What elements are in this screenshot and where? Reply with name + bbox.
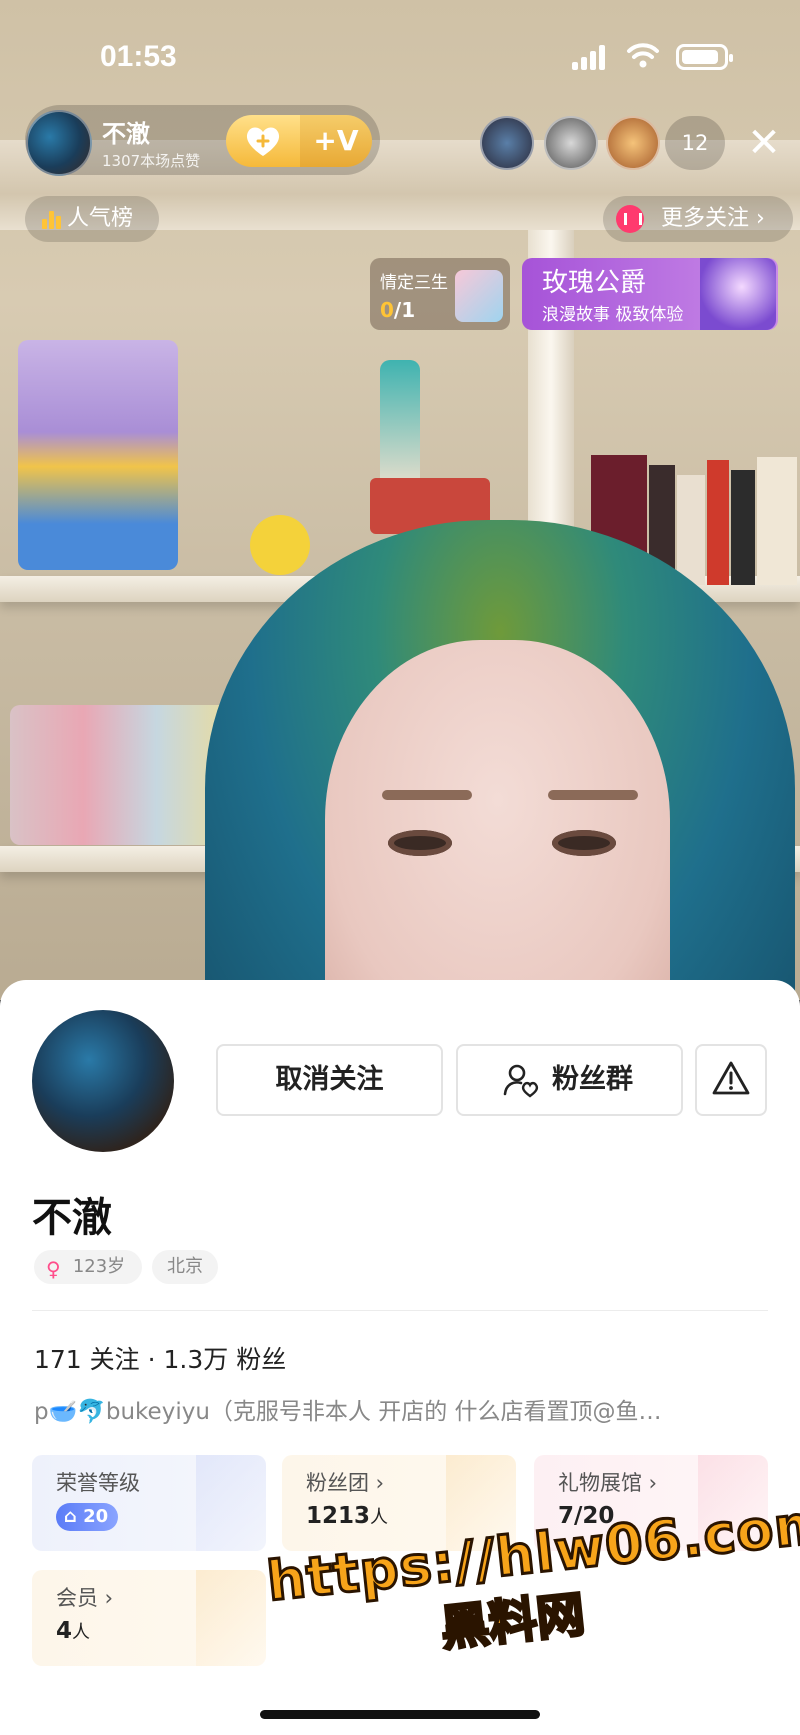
honor-level-tile[interactable]: 荣誉等级 ⌂ 20: [32, 1455, 266, 1551]
live-dot-icon: [616, 205, 644, 233]
rose-banner-subtitle: 浪漫故事 极致体验: [542, 305, 684, 325]
viewer-avatar[interactable]: [544, 116, 598, 170]
toy-figures-row: [10, 705, 230, 845]
profile-bio: p🥣🐬bukeyiyu（克服号非本人 开店的 什么店看置顶@鱼…: [34, 1399, 662, 1425]
left-brow: [382, 790, 472, 800]
cellular-signal-icon: [572, 44, 608, 70]
heart-plus-button[interactable]: [226, 115, 300, 167]
host-name: 不澈: [102, 120, 150, 148]
viewer-avatar[interactable]: [480, 116, 534, 170]
rose-banner-title: 玫瑰公爵: [542, 268, 647, 298]
right-brow: [548, 790, 638, 800]
wifi-icon: [627, 43, 659, 68]
profile-avatar[interactable]: [32, 1010, 174, 1152]
warning-icon: [712, 1061, 750, 1095]
battery-icon: [676, 44, 733, 70]
right-eye: [552, 830, 616, 856]
tile-decoration: [196, 1570, 266, 1666]
close-icon[interactable]: ✕: [742, 116, 786, 170]
love-card-progress: 0/1: [380, 298, 416, 322]
streamer-face: [325, 640, 670, 1000]
viewer-count[interactable]: 12: [665, 116, 725, 170]
status-bar: 01:53: [0, 0, 800, 110]
level-badge: ⌂ 20: [56, 1503, 119, 1531]
profile-name: 不澈: [32, 1195, 112, 1241]
toy-pikachu: [250, 515, 310, 575]
status-time: 01:53: [100, 40, 177, 73]
bar-chart-icon: [42, 209, 62, 229]
rose-banner-image: [700, 258, 776, 330]
unfollow-button[interactable]: 取消关注: [216, 1044, 443, 1116]
viewer-avatar[interactable]: [606, 116, 660, 170]
follow-stats[interactable]: 171 关注 · 1.3万 粉丝: [34, 1340, 286, 1376]
home-indicator[interactable]: [260, 1710, 540, 1719]
host-likes-count: 1307本场点赞: [102, 152, 201, 170]
left-eye: [388, 830, 452, 856]
love-card-image: [455, 270, 503, 322]
female-icon: ♀: [46, 1257, 61, 1281]
love-card-title: 情定三生: [380, 273, 448, 293]
host-avatar[interactable]: [26, 110, 92, 176]
fans-group-icon: [503, 1064, 539, 1098]
fans-group-button[interactable]: 粉丝群: [456, 1044, 683, 1116]
follow-v-button[interactable]: +V: [300, 115, 372, 167]
heart-plus-icon: [246, 127, 280, 156]
toy-figure: [380, 360, 420, 490]
membership-tile[interactable]: 会员 › 4人: [32, 1570, 266, 1666]
city-tag: 北京: [152, 1250, 218, 1284]
divider: [32, 1310, 768, 1311]
toy-rabbit: [18, 340, 178, 570]
tile-decoration: [196, 1455, 266, 1551]
